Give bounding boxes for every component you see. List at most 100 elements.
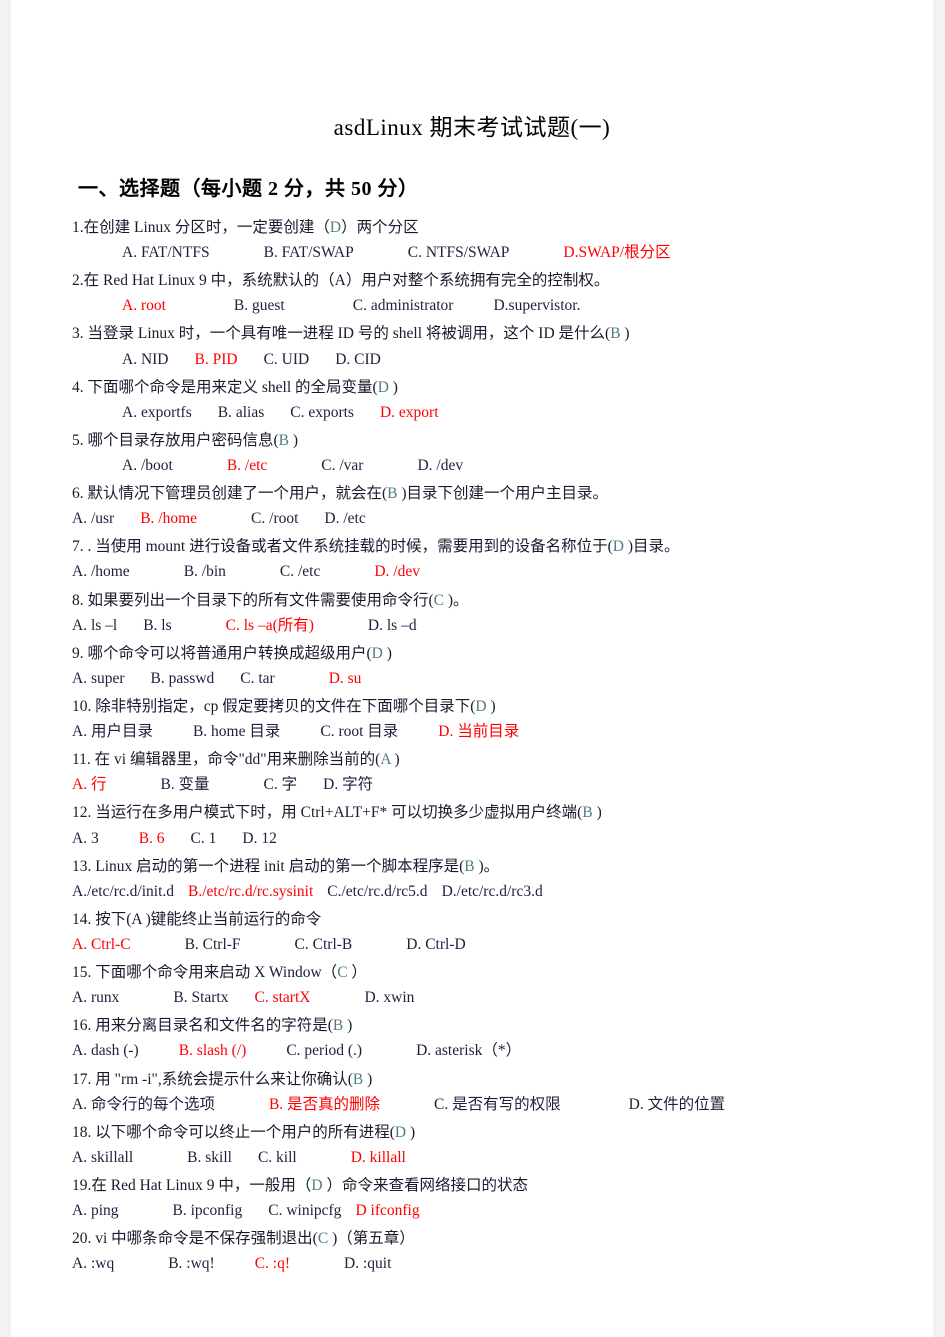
option-correct[interactable]: A. 行 [72, 772, 106, 797]
option[interactable]: B. ipconfig [173, 1198, 243, 1223]
option-correct[interactable]: A. root [122, 293, 166, 318]
option[interactable]: A. /boot [122, 453, 173, 478]
option[interactable]: D. ls –d [368, 613, 417, 638]
question-answer-marker: B [610, 325, 621, 343]
option[interactable]: C. tar [240, 666, 274, 691]
option[interactable]: C. period (.) [286, 1038, 362, 1063]
option-correct[interactable]: D ifconfig [355, 1198, 419, 1223]
option[interactable]: C./etc/rc.d/rc5.d [327, 879, 427, 904]
option[interactable]: C. 1 [191, 826, 217, 851]
option-correct[interactable]: B. /home [140, 506, 197, 531]
option[interactable]: A. 命令行的每个选项 [72, 1092, 215, 1117]
option[interactable]: A. :wq [72, 1251, 114, 1276]
option[interactable]: D. /etc [324, 506, 365, 531]
question-stem-text: 1.在创建 Linux 分区时，一定要创建（ [72, 219, 330, 236]
question-block: 16. 用来分离目录名和文件名的字符是(B ) A. dash (-) B. sla… [64, 1013, 880, 1063]
option[interactable]: A. super [72, 666, 125, 691]
option[interactable]: A. 用户目录 [72, 719, 153, 744]
option-correct[interactable]: D. 当前目录 [438, 719, 519, 744]
option[interactable]: A. ls –l [72, 613, 117, 638]
option[interactable]: C. exports [290, 400, 354, 425]
option[interactable]: D. 文件的位置 [629, 1092, 725, 1117]
option[interactable]: B. FAT/SWAP [264, 240, 354, 265]
option[interactable]: B. alias [218, 400, 265, 425]
question-stem-tail: ) [363, 1070, 373, 1088]
option[interactable]: D. Ctrl-D [406, 932, 465, 957]
option[interactable]: D. 12 [242, 826, 276, 851]
option[interactable]: D. 字符 [323, 772, 373, 797]
option[interactable]: B. home 目录 [193, 719, 280, 744]
option[interactable]: A. runx [72, 985, 119, 1010]
option[interactable]: A. FAT/NTFS [122, 240, 210, 265]
option-correct[interactable]: C. :q! [255, 1251, 290, 1276]
question-stem-text: 12. 当运行在多用户模式下时，用 Ctrl+ALT+F* 可以切换多少虚拟用户… [72, 804, 583, 822]
option[interactable]: C. /var [321, 453, 363, 478]
option[interactable]: C. root 目录 [320, 719, 398, 744]
question-block: 11. 在 vi 编辑器里，命令"dd"用来删除当前的(A ) A. 行 B. 变量… [64, 747, 880, 797]
option[interactable]: D. CID [335, 347, 381, 372]
option[interactable]: D. :quit [344, 1251, 391, 1276]
option[interactable]: B. :wq! [168, 1251, 215, 1276]
question-list: 1.在创建 Linux 分区时，一定要创建（ D ）两个分区 A. FAT/NTFS B… [64, 215, 880, 1276]
option[interactable]: D. xwin [364, 985, 414, 1010]
option[interactable]: A. /home [72, 559, 130, 584]
question-stem-tail: ） [347, 964, 367, 982]
option[interactable]: D. /dev [417, 453, 463, 478]
question-stem: 14. 按下(A )键能终止当前运行的命令 [64, 907, 880, 932]
option[interactable]: C. Ctrl-B [295, 932, 353, 957]
option[interactable]: D./etc/rc.d/rc3.d [442, 879, 543, 904]
option[interactable]: B. ls [143, 613, 171, 638]
option-correct[interactable]: B. PID [195, 347, 238, 372]
option[interactable]: C. winipcfg [268, 1198, 341, 1223]
option-correct[interactable]: C. ls –a(所有) [226, 613, 314, 638]
option-correct[interactable]: D. /dev [374, 559, 420, 584]
question-answer-marker: D [394, 1123, 407, 1141]
option[interactable]: A. 3 [72, 826, 99, 851]
option[interactable]: C. kill [258, 1145, 297, 1170]
option-correct[interactable]: B. slash (/) [179, 1038, 247, 1063]
option[interactable]: A./etc/rc.d/init.d [72, 879, 174, 904]
option-correct[interactable]: D. killall [351, 1145, 406, 1170]
option-correct[interactable]: A. Ctrl-C [72, 932, 131, 957]
option-correct[interactable]: D. su [329, 666, 362, 691]
option[interactable]: A. ping [72, 1198, 119, 1223]
question-options: A. root B. guest C. administrator D.supervi… [64, 293, 880, 318]
option-correct[interactable]: B. 是否真的删除 [269, 1092, 380, 1117]
question-stem-tail: )键能终止当前运行的命令 [141, 910, 322, 928]
option[interactable]: C. NTFS/SWAP [408, 240, 510, 265]
option[interactable]: A. dash (-) [72, 1038, 139, 1063]
option[interactable]: A. NID [122, 347, 169, 372]
question-stem-text: 5. 哪个目录存放用户密码信息( [72, 431, 279, 449]
option-correct[interactable]: B./etc/rc.d/rc.sysinit [188, 879, 313, 904]
option[interactable]: D.supervistor. [493, 293, 580, 318]
question-options: A. :wq B. :wq! C. :q! D. :quit [64, 1251, 880, 1276]
option[interactable]: B. passwd [151, 666, 215, 691]
option[interactable]: C. /etc [280, 559, 320, 584]
option[interactable]: C. 是否有写的权限 [434, 1092, 561, 1117]
option[interactable]: A. /usr [72, 506, 114, 531]
question-options: A. /home B. /bin C. /etc D. /dev [64, 559, 880, 584]
option[interactable]: B. /bin [184, 559, 226, 584]
option[interactable]: B. Ctrl-F [185, 932, 241, 957]
option-correct[interactable]: B. 6 [139, 826, 165, 851]
option[interactable]: A. exportfs [122, 400, 192, 425]
option[interactable]: D. asterisk（*） [416, 1038, 521, 1063]
question-stem-text: 8. 如果要列出一个目录下的所有文件需要使用命令行( [72, 591, 434, 609]
option[interactable]: B. guest [234, 293, 285, 318]
option[interactable]: C. administrator [353, 293, 454, 318]
option[interactable]: C. 字 [264, 772, 298, 797]
option[interactable]: B. skill [187, 1145, 232, 1170]
option-correct[interactable]: B. /etc [227, 453, 267, 478]
option-correct[interactable]: D.SWAP/根分区 [563, 240, 670, 265]
option[interactable]: C. UID [264, 347, 310, 372]
option-correct[interactable]: D. export [380, 400, 439, 425]
question-answer-marker: B [464, 857, 475, 875]
option[interactable]: A. skillall [72, 1145, 133, 1170]
option-correct[interactable]: C. startX [254, 985, 310, 1010]
question-stem-tail: ) [388, 378, 398, 396]
question-stem-tail: ）两个分区 [341, 219, 419, 236]
option[interactable]: C. /root [251, 506, 298, 531]
option[interactable]: B. 变量 [160, 772, 209, 797]
question-answer-marker: D [371, 644, 383, 662]
option[interactable]: B. Startx [173, 985, 228, 1010]
